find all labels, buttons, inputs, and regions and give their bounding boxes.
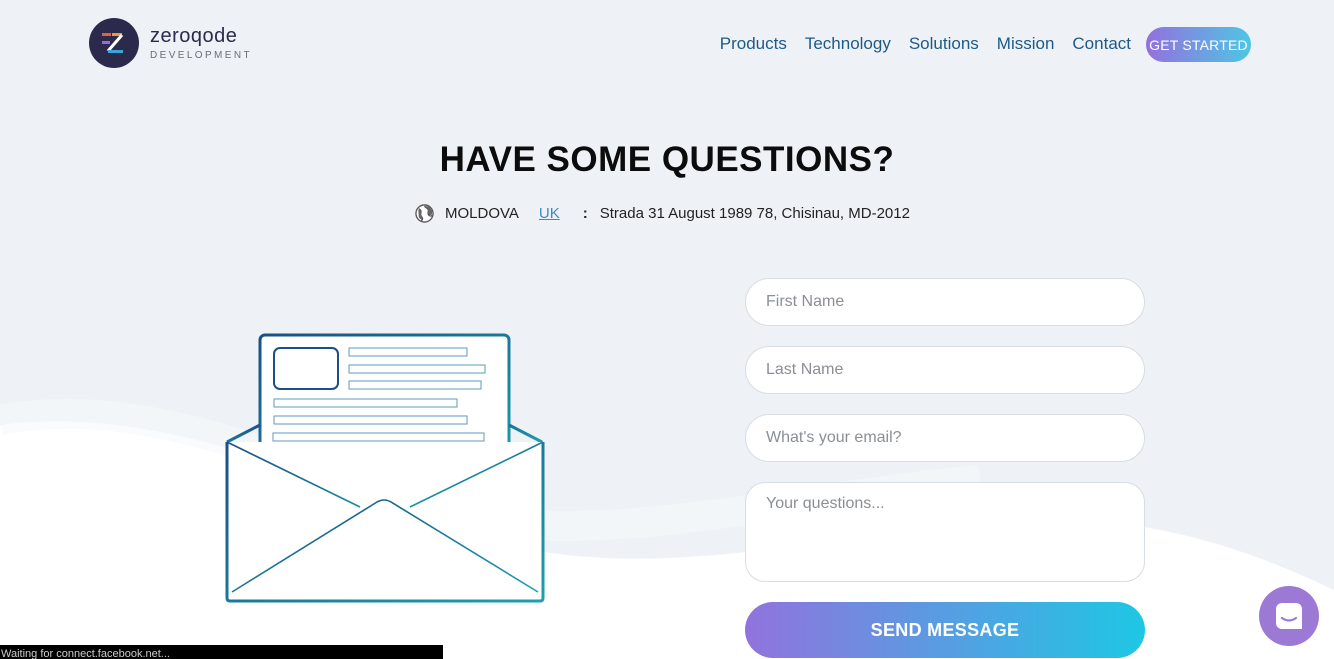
main-nav: Products Technology Solutions Mission Co…	[702, 34, 1131, 54]
last-name-input[interactable]	[745, 346, 1145, 394]
location-line: MOLDOVA UK : Strada 31 August 1989 78, C…	[415, 204, 910, 223]
chat-icon	[1276, 603, 1302, 629]
nav-products[interactable]: Products	[720, 34, 787, 54]
send-message-button[interactable]: SEND MESSAGE	[745, 602, 1145, 658]
open-envelope-icon	[225, 333, 545, 603]
country-uk-link[interactable]: UK	[539, 205, 560, 222]
nav-technology[interactable]: Technology	[805, 34, 891, 54]
page-title: HAVE SOME QUESTIONS?	[439, 140, 895, 179]
globe-icon	[415, 204, 434, 223]
chat-launcher-button[interactable]	[1259, 586, 1319, 646]
browser-status-bar: Waiting for connect.facebook.net...	[0, 645, 443, 659]
brand-subtitle: DEVELOPMENT	[150, 50, 252, 61]
questions-textarea[interactable]	[745, 482, 1145, 582]
email-input[interactable]	[745, 414, 1145, 462]
nav-solutions[interactable]: Solutions	[909, 34, 979, 54]
nav-mission[interactable]: Mission	[997, 34, 1055, 54]
country-moldova[interactable]: MOLDOVA	[445, 205, 519, 222]
logo-mark-icon	[89, 18, 139, 68]
brand-name: zeroqode	[150, 25, 238, 47]
address-text: Strada 31 August 1989 78, Chisinau, MD-2…	[599, 205, 910, 222]
brand-logo[interactable]: zeroqode DEVELOPMENT	[89, 18, 252, 68]
first-name-input[interactable]	[745, 278, 1145, 326]
get-started-button[interactable]: GET STARTED	[1146, 27, 1251, 62]
address-separator: :	[582, 205, 588, 222]
nav-contact[interactable]: Contact	[1072, 34, 1131, 54]
